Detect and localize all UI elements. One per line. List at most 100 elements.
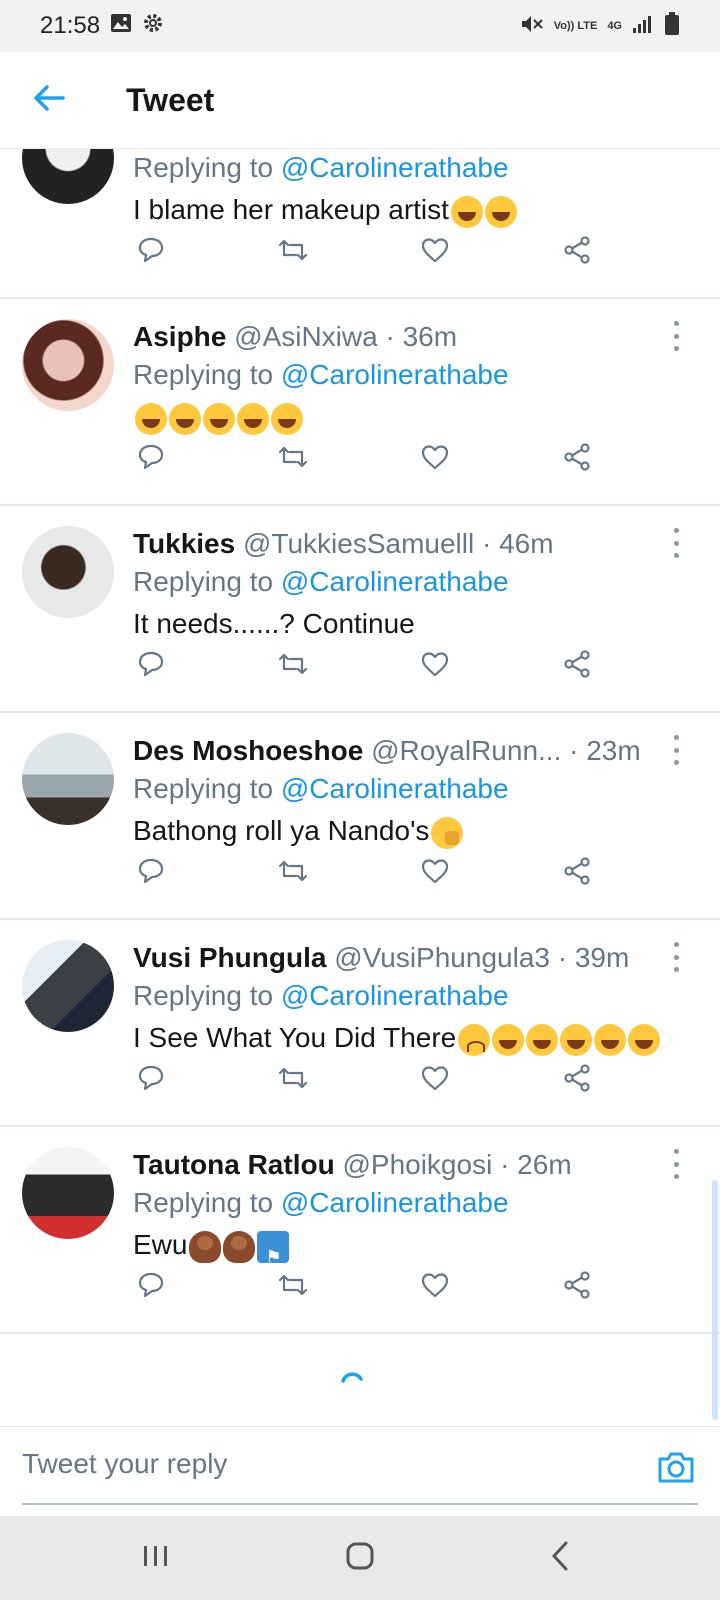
retweet-button[interactable] bbox=[275, 1269, 311, 1305]
more-options-button[interactable] bbox=[666, 528, 686, 558]
retweet-button[interactable] bbox=[275, 855, 311, 891]
mention-link[interactable]: @Carolinerathabe bbox=[281, 152, 509, 183]
tweet-item[interactable]: Des Moshoeshoe @RoyalRunn... · 23m Reply… bbox=[0, 713, 720, 920]
tweet-item[interactable]: Tukkies @TukkiesSamuelll · 46m Replying … bbox=[0, 506, 720, 713]
more-options-button[interactable] bbox=[666, 735, 686, 765]
retweet-button[interactable] bbox=[275, 234, 311, 270]
avatar[interactable] bbox=[22, 1147, 114, 1239]
tweet-text-body: Ewu bbox=[133, 1229, 188, 1260]
reply-icon bbox=[137, 650, 165, 683]
reply-button[interactable] bbox=[133, 855, 169, 891]
back-button[interactable] bbox=[24, 75, 74, 125]
like-button[interactable] bbox=[417, 441, 453, 477]
mention-link[interactable]: @Carolinerathabe bbox=[281, 359, 509, 390]
recent-apps-icon bbox=[141, 1542, 171, 1575]
like-button[interactable] bbox=[417, 1062, 453, 1098]
avatar[interactable] bbox=[22, 319, 114, 411]
tweet-item[interactable]: Tautona Ratlou @Phoikgosi · 26m Replying… bbox=[0, 1127, 720, 1334]
share-icon bbox=[562, 1270, 592, 1305]
person-emoji-icon bbox=[189, 1230, 222, 1263]
share-button[interactable] bbox=[559, 1269, 595, 1305]
tweet-content: Tukkies @TukkiesSamuelll · 46m Replying … bbox=[133, 526, 670, 646]
hand-emoji-icon bbox=[431, 816, 464, 849]
home-button[interactable] bbox=[330, 1530, 390, 1586]
avatar[interactable] bbox=[22, 148, 114, 204]
top-app-bar: Tweet bbox=[0, 52, 720, 149]
back-nav-button[interactable] bbox=[530, 1530, 590, 1586]
person-emoji-icon bbox=[223, 1230, 256, 1263]
tweet-item[interactable]: Vusi Phungula @VusiPhungula3 · 39m Reply… bbox=[0, 920, 720, 1127]
share-icon bbox=[562, 442, 592, 477]
handle-time: @AsiNxiwa · 36m bbox=[234, 321, 458, 352]
tweet-actions bbox=[133, 234, 603, 270]
status-time: 21:58 bbox=[40, 12, 101, 39]
retweet-icon bbox=[277, 443, 309, 476]
camera-button[interactable] bbox=[656, 1447, 696, 1487]
display-name[interactable]: Tukkies bbox=[133, 528, 235, 559]
avatar[interactable] bbox=[22, 733, 114, 825]
reply-button[interactable] bbox=[133, 648, 169, 684]
reply-button[interactable] bbox=[133, 1269, 169, 1305]
heart-icon bbox=[420, 1064, 450, 1097]
like-button[interactable] bbox=[417, 1269, 453, 1305]
share-button[interactable] bbox=[559, 234, 595, 270]
mention-link[interactable]: @Carolinerathabe bbox=[281, 566, 509, 597]
tweet-text-body: Bathong roll ya Nando's bbox=[133, 815, 430, 846]
more-vertical-icon bbox=[673, 528, 679, 558]
joy-emoji-icon bbox=[237, 402, 269, 435]
like-button[interactable] bbox=[417, 648, 453, 684]
mention-link[interactable]: @Carolinerathabe bbox=[281, 980, 509, 1011]
tweet-item[interactable]: Syabonga Charles @Syabong... · 29m Reply… bbox=[0, 148, 720, 299]
tweet-emojis bbox=[456, 1022, 661, 1056]
retweet-button[interactable] bbox=[275, 441, 311, 477]
tweet-content: Syabonga Charles @Syabong... · 29m Reply… bbox=[133, 148, 670, 232]
reply-composer: Tweet your reply bbox=[0, 1426, 720, 1517]
retweet-icon bbox=[277, 857, 309, 890]
tweet-emojis bbox=[429, 815, 464, 849]
reply-button[interactable] bbox=[133, 234, 169, 270]
avatar[interactable] bbox=[22, 526, 114, 618]
share-button[interactable] bbox=[559, 648, 595, 684]
display-name[interactable]: Des Moshoeshoe bbox=[133, 735, 363, 766]
replying-to: Replying to @Carolinerathabe bbox=[133, 1183, 670, 1223]
cry-emoji-icon bbox=[458, 1023, 491, 1056]
joy-emoji-icon bbox=[450, 195, 483, 228]
home-icon bbox=[344, 1540, 376, 1577]
heart-icon bbox=[420, 650, 450, 683]
retweet-button[interactable] bbox=[275, 1062, 311, 1098]
reply-icon bbox=[137, 236, 165, 269]
reply-input[interactable]: Tweet your reply bbox=[22, 1439, 642, 1489]
retweet-icon bbox=[277, 236, 309, 269]
more-options-button[interactable] bbox=[666, 942, 686, 972]
replies-feed[interactable]: Syabonga Charles @Syabong... · 29m Reply… bbox=[0, 148, 720, 1426]
share-button[interactable] bbox=[559, 855, 595, 891]
signal-icon bbox=[632, 14, 654, 39]
reply-button[interactable] bbox=[133, 1062, 169, 1098]
avatar[interactable] bbox=[22, 940, 114, 1032]
tweet-content: Asiphe @AsiNxiwa · 36m Replying to @Caro… bbox=[133, 319, 670, 439]
reply-button[interactable] bbox=[133, 441, 169, 477]
mention-link[interactable]: @Carolinerathabe bbox=[281, 1187, 509, 1218]
recent-apps-button[interactable] bbox=[126, 1530, 186, 1586]
reply-input-underline bbox=[22, 1503, 698, 1505]
retweet-button[interactable] bbox=[275, 648, 311, 684]
like-button[interactable] bbox=[417, 855, 453, 891]
tweet-header: Des Moshoeshoe @RoyalRunn... · 23m bbox=[133, 733, 670, 769]
tweet-item[interactable]: Asiphe @AsiNxiwa · 36m Replying to @Caro… bbox=[0, 299, 720, 506]
share-button[interactable] bbox=[559, 441, 595, 477]
share-button[interactable] bbox=[559, 1062, 595, 1098]
heart-icon bbox=[420, 1271, 450, 1304]
tweet-header: Asiphe @AsiNxiwa · 36m bbox=[133, 319, 670, 355]
display-name[interactable]: Tautona Ratlou bbox=[133, 1149, 335, 1180]
more-options-button[interactable] bbox=[666, 321, 686, 351]
display-name[interactable]: Asiphe bbox=[133, 321, 226, 352]
tweet-actions bbox=[133, 1062, 603, 1098]
joy-emoji-icon bbox=[135, 402, 167, 435]
like-button[interactable] bbox=[417, 234, 453, 270]
display-name[interactable]: Vusi Phungula bbox=[133, 942, 326, 973]
network-indicator: 4G bbox=[607, 19, 622, 32]
retweet-icon bbox=[277, 1271, 309, 1304]
back-arrow-icon bbox=[33, 84, 65, 117]
mention-link[interactable]: @Carolinerathabe bbox=[281, 773, 509, 804]
more-options-button[interactable] bbox=[666, 1149, 686, 1179]
